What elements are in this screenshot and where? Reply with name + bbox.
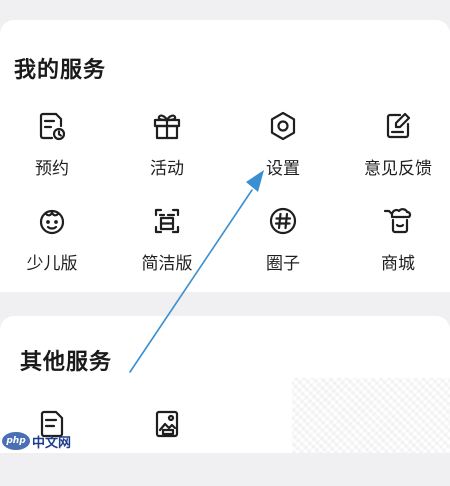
- simple-mode-icon: [149, 203, 185, 239]
- other-services-title: 其他服务: [20, 350, 113, 375]
- service-item-feedback[interactable]: 意见反馈: [343, 108, 450, 188]
- service-item-activity[interactable]: 活动: [112, 108, 222, 188]
- watermark-noise: [292, 378, 450, 453]
- hashtag-circle-icon: [265, 203, 301, 239]
- service-item-booking[interactable]: 预约: [0, 108, 107, 188]
- service-item-label: 意见反馈: [364, 159, 432, 179]
- other-service-item-2[interactable]: [112, 406, 222, 486]
- calendar-clock-icon: [34, 108, 70, 144]
- gift-icon: [149, 108, 185, 144]
- service-item-label: 设置: [266, 159, 300, 179]
- service-item-label: 圈子: [266, 254, 300, 274]
- watermark-logo: php: [2, 432, 30, 450]
- service-item-simple[interactable]: 简洁版: [112, 203, 222, 283]
- service-item-shop[interactable]: 商城: [343, 203, 450, 283]
- settings-icon: [265, 108, 301, 144]
- image-doc-icon: [149, 406, 185, 442]
- top-strip: [0, 0, 450, 20]
- service-item-label: 少儿版: [26, 254, 78, 274]
- feedback-edit-icon: [380, 108, 416, 144]
- service-item-label: 商城: [381, 254, 415, 274]
- my-services-title: 我的服务: [14, 58, 107, 83]
- shop-icon: [380, 203, 416, 239]
- service-item-label: 简洁版: [141, 254, 193, 274]
- watermark-text: 中文网: [32, 435, 72, 451]
- kid-face-icon: [34, 203, 70, 239]
- watermark: php 中文网: [2, 430, 71, 452]
- service-item-kids[interactable]: 少儿版: [0, 203, 107, 283]
- service-item-circle[interactable]: 圈子: [228, 203, 338, 283]
- service-item-label: 预约: [35, 159, 69, 179]
- my-services-card: 我的服务 预约 活动 设置 意见反馈 少儿版 简洁版 圈子 商城: [0, 20, 450, 292]
- service-item-label: 活动: [150, 159, 184, 179]
- service-item-settings[interactable]: 设置: [228, 108, 338, 188]
